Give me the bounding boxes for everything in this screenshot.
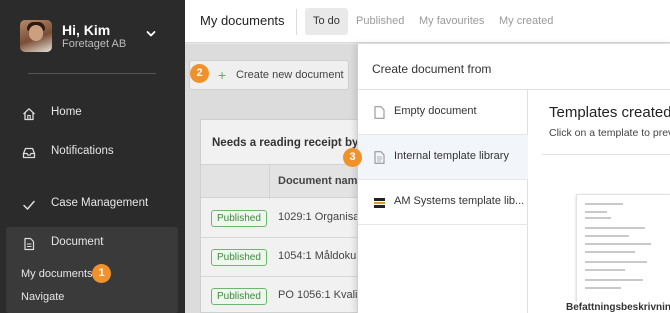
check-icon bbox=[23, 200, 35, 210]
chevron-down-icon[interactable] bbox=[146, 29, 156, 39]
user-menu[interactable]: Hi, Kim Foretaget AB bbox=[20, 20, 170, 54]
template-thumbnail[interactable] bbox=[576, 194, 670, 313]
option-internal-template-library[interactable]: Internal template library bbox=[358, 135, 528, 180]
sidebar-item-notifications[interactable]: Notifications bbox=[0, 138, 185, 168]
tab-my-favourites[interactable]: My favourites bbox=[419, 8, 484, 35]
sidebar: Hi, Kim Foretaget AB Home Notifications … bbox=[0, 0, 185, 313]
sidebar-item-label: Case Management bbox=[51, 197, 149, 209]
option-label: Empty document bbox=[394, 105, 477, 117]
templates-divider bbox=[542, 154, 670, 155]
tab-published[interactable]: Published bbox=[356, 8, 404, 35]
user-company: Foretaget AB bbox=[62, 38, 127, 50]
step-badge-3: 3 bbox=[343, 148, 362, 167]
page-title: My documents bbox=[200, 13, 285, 28]
am-systems-logo-icon bbox=[374, 198, 385, 208]
templates-panel: Templates created i Click on a template … bbox=[529, 90, 670, 313]
popup-title: Create document from bbox=[372, 62, 492, 76]
templates-subtitle: Click on a template to previ bbox=[549, 127, 670, 139]
sidebar-subitem-my-documents[interactable]: My documents bbox=[21, 268, 93, 280]
user-greeting: Hi, Kim bbox=[62, 22, 111, 38]
home-icon bbox=[23, 108, 35, 121]
document-name[interactable]: 1029:1 Organisati bbox=[278, 211, 365, 223]
column-document-name[interactable]: Document name bbox=[278, 175, 364, 187]
step-badge-2: 2 bbox=[190, 64, 209, 83]
document-name[interactable]: 1054:1 Måldokum bbox=[278, 250, 365, 262]
option-am-systems-template-library[interactable]: AM Systems template lib... bbox=[358, 180, 528, 225]
status-badge: Published bbox=[211, 288, 267, 305]
templates-title: Templates created i bbox=[549, 104, 670, 121]
create-document-popup: Create document from Empty document Inte… bbox=[357, 44, 670, 313]
sidebar-item-case-management[interactable]: Case Management bbox=[0, 190, 185, 220]
sidebar-item-document[interactable]: Document bbox=[0, 229, 185, 259]
tab-my-created[interactable]: My created bbox=[499, 8, 553, 35]
sidebar-item-label: Notifications bbox=[51, 145, 114, 157]
card-title: Needs a reading receipt by m bbox=[212, 137, 372, 149]
sidebar-item-label: Home bbox=[51, 106, 82, 118]
option-label: AM Systems template lib... bbox=[394, 195, 525, 207]
document-icon bbox=[24, 237, 35, 251]
sidebar-subitem-navigate[interactable]: Navigate bbox=[21, 291, 64, 303]
create-new-document-button[interactable]: + Create new document bbox=[189, 60, 349, 90]
file-text-icon bbox=[374, 151, 385, 164]
avatar bbox=[20, 20, 52, 52]
status-badge: Published bbox=[211, 210, 267, 227]
option-empty-document[interactable]: Empty document bbox=[358, 90, 528, 135]
step-badge-1: 1 bbox=[92, 264, 111, 283]
option-label: Internal template library bbox=[394, 150, 509, 162]
source-options: Empty document Internal template library… bbox=[358, 90, 528, 313]
header-divider bbox=[296, 9, 297, 35]
document-name[interactable]: PO 1056:1 Kvalite bbox=[278, 289, 367, 301]
sidebar-divider bbox=[28, 73, 156, 74]
template-label[interactable]: Befattningsbeskrivning - bbox=[566, 302, 670, 313]
sidebar-item-home[interactable]: Home bbox=[0, 99, 185, 129]
tab-to-do[interactable]: To do bbox=[305, 8, 348, 35]
status-badge: Published bbox=[211, 249, 267, 266]
inbox-icon bbox=[22, 147, 36, 159]
file-icon bbox=[374, 106, 385, 119]
sidebar-item-label: Document bbox=[51, 236, 104, 248]
create-new-document-label: Create new document bbox=[236, 69, 344, 81]
plus-icon: + bbox=[218, 67, 227, 83]
top-header: My documents To do Published My favourit… bbox=[185, 0, 670, 43]
